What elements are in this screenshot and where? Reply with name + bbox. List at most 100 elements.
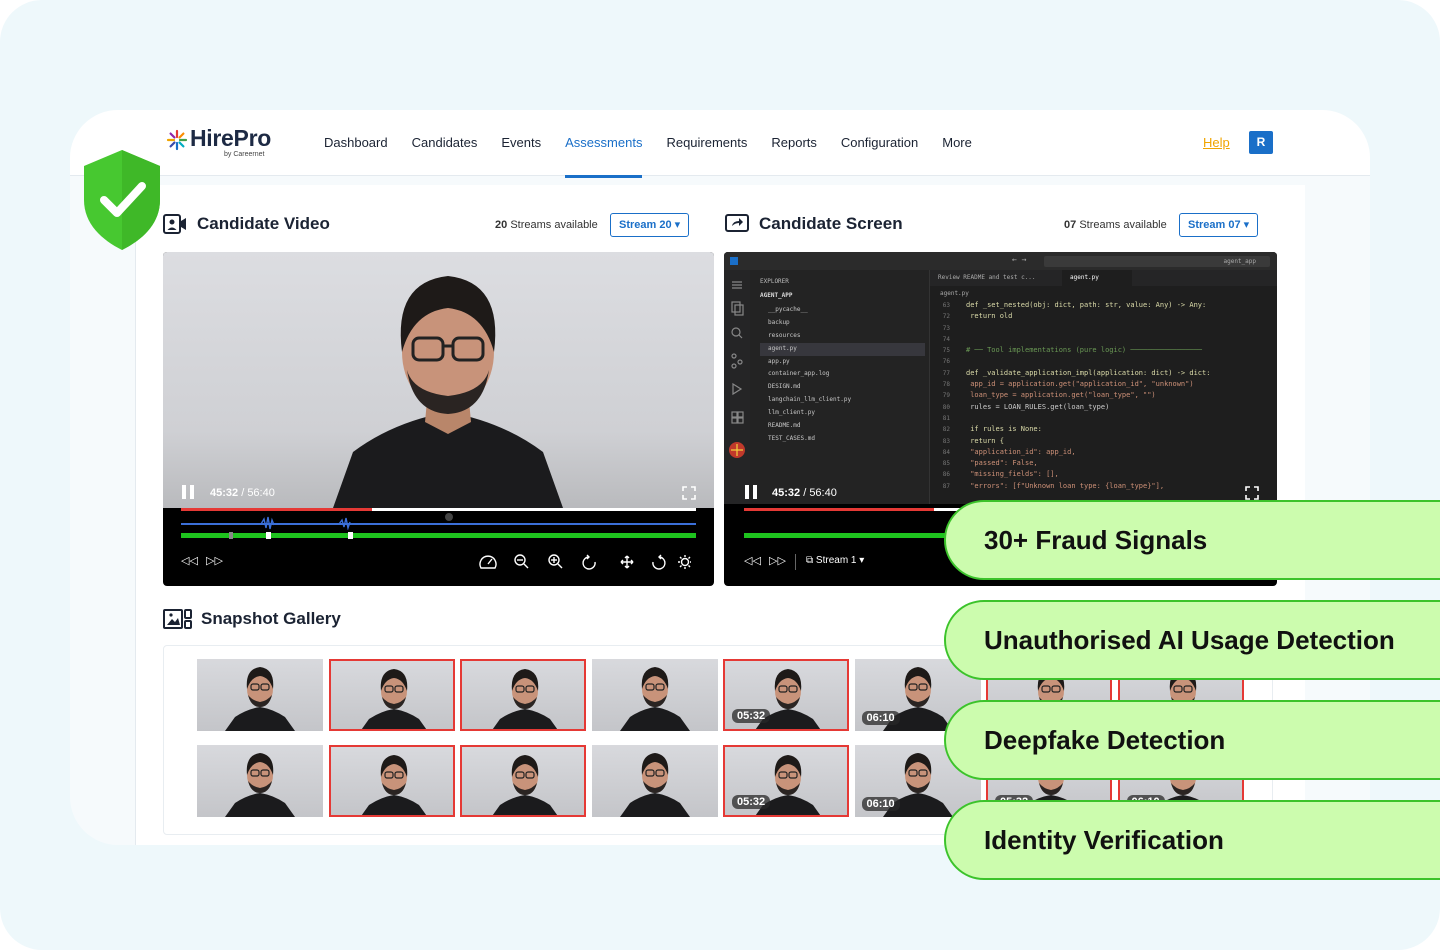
- snapshot-thumbnail[interactable]: [460, 659, 586, 731]
- nav-item-more[interactable]: More: [942, 110, 972, 176]
- fullscreen-icon[interactable]: [1245, 486, 1259, 500]
- nav-item-events[interactable]: Events: [501, 110, 541, 176]
- candidate-screen-header: Candidate Screen: [725, 213, 903, 235]
- code-editor: 63 def _set_nested(obj: dict, path: str, …: [930, 300, 1277, 492]
- logo-burst-icon: [166, 129, 188, 151]
- code-line: 76: [930, 356, 1277, 367]
- snapshot-thumbnail[interactable]: [328, 745, 455, 817]
- file-tree-item: app.py: [768, 357, 790, 365]
- candidate-video-player[interactable]: 45:32 / 56:40 ◁◁ ▷▷: [163, 252, 714, 586]
- ide-explorer: EXPLORER AGENT_APP __pycache__ backup reso…: [750, 270, 930, 504]
- pause-icon[interactable]: [744, 485, 758, 499]
- code-line: 85 "passed": False,: [930, 458, 1277, 469]
- shield-check-icon: [84, 150, 160, 250]
- rewind-icon[interactable]: ◁◁: [744, 556, 761, 567]
- line-number: 76: [942, 358, 950, 366]
- line-number: 79: [942, 392, 950, 400]
- screen-timecode: 45:32 / 56:40: [772, 487, 837, 499]
- nav-item-dashboard[interactable]: Dashboard: [324, 110, 388, 176]
- ide-activity-icons: [729, 281, 745, 458]
- code-text: return {: [966, 436, 1004, 445]
- line-number: 63: [942, 302, 950, 309]
- ide-tab-active: agent.py: [1062, 270, 1132, 286]
- brand-name: HirePro: [190, 125, 271, 151]
- snapshot-thumbnail[interactable]: 05:32: [723, 745, 849, 817]
- snapshot-thumbnail[interactable]: [460, 745, 586, 817]
- feature-pill: Unauthorised AI Usage Detection: [944, 600, 1440, 680]
- nav-item-reports[interactable]: Reports: [771, 110, 817, 176]
- snapshot-thumbnail[interactable]: [328, 659, 455, 731]
- line-number: 86: [942, 471, 950, 479]
- screen-stream-dropdown[interactable]: Stream 07 ▾: [1179, 213, 1259, 237]
- activity-timeline[interactable]: [181, 533, 696, 538]
- fullscreen-icon[interactable]: [682, 486, 696, 500]
- file-tree-item: TEST_CASES.md: [768, 434, 815, 442]
- file-tree-item: llm_client.py: [768, 409, 815, 417]
- line-number: 72: [942, 313, 950, 321]
- timeline-marker: [229, 532, 233, 539]
- code-text: "errors": [f"Unknown loan type: {loan_ty…: [966, 481, 1165, 490]
- code-text: loan_type = application.get("loan_type",…: [966, 391, 1156, 400]
- candidate-figure: [333, 276, 563, 508]
- code-text: rules = LOAN_RULES.get(loan_type): [966, 402, 1110, 411]
- timeline-marker: [266, 532, 271, 539]
- ide-search: agent_app: [1044, 256, 1270, 267]
- rewind-icon[interactable]: ◁◁: [181, 556, 198, 567]
- help-link[interactable]: Help: [1203, 135, 1230, 150]
- code-text: def _validate_application_impl(applicati…: [966, 368, 1211, 377]
- user-avatar[interactable]: R: [1249, 131, 1273, 154]
- nav-item-configuration[interactable]: Configuration: [841, 110, 918, 176]
- code-line: 74: [930, 334, 1277, 345]
- snapshot-timestamp: 06:10: [861, 711, 900, 725]
- stream-selector-label: Stream 1: [815, 555, 857, 566]
- video-time-current: 45:32: [210, 487, 239, 499]
- file-tree-item: backup: [768, 318, 790, 326]
- move-icon: [620, 555, 634, 569]
- code-line: 63 def _set_nested(obj: dict, path: str, …: [930, 300, 1277, 311]
- video-camera-icon: [163, 214, 186, 234]
- snapshot-thumbnail[interactable]: [197, 745, 323, 817]
- ide-breadcrumb: agent.py: [940, 290, 969, 297]
- snapshot-timestamp: 05:32: [732, 795, 771, 809]
- nav-item-requirements[interactable]: Requirements: [666, 110, 747, 176]
- code-line: 75 # ── Tool implementations (pure logic)…: [930, 345, 1277, 356]
- candidate-video-title: Candidate Video: [197, 214, 330, 233]
- code-text: # ── Tool implementations (pure logic) ─…: [966, 346, 1203, 355]
- code-line: 82 if rules is None:: [930, 424, 1277, 435]
- line-number: 80: [942, 403, 950, 411]
- project-name: AGENT_APP: [760, 292, 793, 299]
- file-tree: __pycache__ backup resources agent.py app.py…: [760, 304, 925, 446]
- screen-stream-label: Stream 07: [1188, 219, 1241, 231]
- line-number: 83: [942, 437, 950, 445]
- snapshot-thumbnail[interactable]: [591, 745, 718, 817]
- fast-forward-icon[interactable]: ▷▷: [206, 556, 223, 567]
- line-number: 87: [942, 482, 950, 490]
- code-line: 84 "application_id": app_id,: [930, 447, 1277, 458]
- nav-item-candidates[interactable]: Candidates: [412, 110, 478, 176]
- explorer-title: EXPLORER: [760, 278, 789, 285]
- code-line: 78 app_id = application.get("application…: [930, 379, 1277, 390]
- file-tree-item: __pycache__: [768, 306, 808, 313]
- file-tree-item: container_app.log: [768, 370, 830, 378]
- code-line: 83 return {: [930, 436, 1277, 447]
- pause-icon[interactable]: [181, 485, 195, 499]
- file-tree-item: DESIGN.md: [768, 383, 801, 391]
- video-stream-dropdown[interactable]: Stream 20 ▾: [610, 213, 690, 237]
- fast-forward-icon[interactable]: ▷▷: [769, 556, 786, 567]
- ide-activity-bar: [724, 270, 750, 504]
- line-number: 85: [942, 460, 950, 468]
- rotate-left-icon: [582, 556, 596, 570]
- line-number: 77: [942, 369, 950, 377]
- video-streams-available: 20 Streams available: [495, 219, 598, 231]
- line-number: 74: [942, 335, 950, 343]
- snapshot-thumbnail[interactable]: [591, 659, 718, 731]
- snapshot-thumbnail[interactable]: [197, 659, 323, 731]
- screen-progress-fill: [744, 508, 934, 511]
- feature-pill: 30+ Fraud Signals: [944, 500, 1440, 580]
- line-number: 78: [942, 381, 950, 389]
- hirepro-logo[interactable]: HirePro by Careernet: [166, 125, 276, 165]
- stream-selector[interactable]: ⧉ Stream 1 ▾: [806, 555, 864, 566]
- snapshot-thumbnail[interactable]: 05:32: [723, 659, 849, 731]
- code-text: "application_id": app_id,: [966, 447, 1076, 456]
- nav-item-assessments[interactable]: Assessments: [565, 110, 643, 178]
